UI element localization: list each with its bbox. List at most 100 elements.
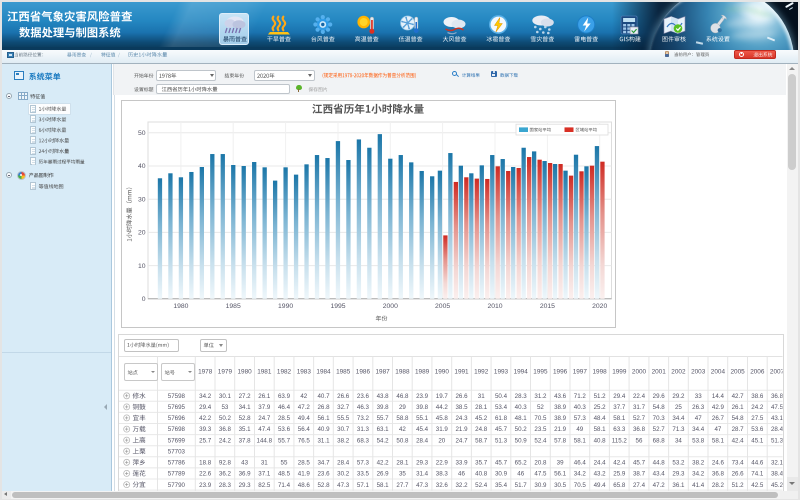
svg-text:28.2: 28.2 [712, 482, 725, 489]
svg-text:76.5: 76.5 [298, 437, 311, 444]
svg-text:71.3: 71.3 [672, 426, 685, 433]
svg-text:25: 25 [675, 404, 682, 411]
svg-text:50.9: 50.9 [515, 437, 528, 444]
svg-text:53: 53 [221, 404, 228, 411]
svg-text:38.4: 38.4 [771, 471, 784, 478]
svg-text:24.8: 24.8 [475, 426, 488, 433]
svg-text:35.4: 35.4 [495, 482, 508, 489]
svg-text:51.7: 51.7 [515, 482, 528, 489]
svg-text:51.3: 51.3 [771, 437, 784, 444]
svg-text:29.3: 29.3 [239, 482, 252, 489]
svg-text:52.7: 52.7 [633, 415, 646, 422]
svg-text:36.1: 36.1 [672, 482, 685, 489]
svg-text:31.9: 31.9 [436, 426, 449, 433]
svg-text:29.3: 29.3 [672, 471, 685, 478]
svg-text:31: 31 [261, 460, 268, 467]
svg-text:49.4: 49.4 [298, 415, 311, 422]
svg-text:39.8: 39.8 [377, 404, 390, 411]
svg-text:28.5: 28.5 [298, 460, 311, 467]
svg-text:45.1: 45.1 [751, 437, 764, 444]
svg-text:26.8: 26.8 [317, 404, 330, 411]
svg-text:14.4: 14.4 [712, 393, 725, 400]
svg-text:1981: 1981 [257, 369, 272, 376]
svg-text:74.1: 74.1 [751, 471, 764, 478]
svg-text:47.3: 47.3 [337, 482, 350, 489]
svg-text:45.7: 45.7 [495, 460, 508, 467]
svg-text:2003: 2003 [691, 369, 706, 376]
svg-text:1988: 1988 [395, 369, 410, 376]
svg-text:43.6: 43.6 [554, 393, 567, 400]
svg-text:48.6: 48.6 [298, 482, 311, 489]
svg-text:53.4: 53.4 [495, 404, 508, 411]
svg-text:46.4: 46.4 [278, 404, 291, 411]
svg-text:2005: 2005 [730, 369, 745, 376]
svg-text:65.8: 65.8 [613, 482, 626, 489]
svg-text:45.2: 45.2 [771, 482, 784, 489]
svg-text:24.2: 24.2 [219, 437, 232, 444]
svg-text:57695: 57695 [168, 404, 186, 411]
svg-text:55: 55 [281, 460, 288, 467]
svg-text:58.1: 58.1 [574, 437, 587, 444]
svg-text:36.9: 36.9 [239, 471, 252, 478]
svg-text:42.9: 42.9 [712, 404, 725, 411]
svg-text:30.9: 30.9 [495, 471, 508, 478]
svg-text:30.1: 30.1 [219, 393, 232, 400]
svg-text:37.9: 37.9 [258, 404, 271, 411]
svg-text:39: 39 [557, 460, 564, 467]
svg-text:56.1: 56.1 [317, 415, 330, 422]
svg-text:57.3: 57.3 [357, 460, 370, 467]
svg-text:42.7: 42.7 [732, 393, 745, 400]
svg-text:25.9: 25.9 [613, 471, 626, 478]
svg-text:31.1: 31.1 [317, 437, 330, 444]
svg-text:26.1: 26.1 [258, 393, 271, 400]
svg-text:31.2: 31.2 [534, 393, 547, 400]
svg-text:2007: 2007 [770, 369, 785, 376]
svg-text:24.4: 24.4 [594, 460, 607, 467]
svg-text:28.3: 28.3 [515, 393, 528, 400]
svg-text:35.1: 35.1 [239, 426, 252, 433]
svg-text:68.3: 68.3 [357, 437, 370, 444]
svg-text:23.5: 23.5 [534, 426, 547, 433]
svg-text:43.1: 43.1 [771, 415, 784, 422]
svg-text:61.8: 61.8 [495, 415, 508, 422]
svg-text:1985: 1985 [336, 369, 351, 376]
svg-text:29.4: 29.4 [199, 404, 212, 411]
svg-text:1982: 1982 [277, 369, 292, 376]
svg-text:37.7: 37.7 [613, 404, 626, 411]
svg-text:71.2: 71.2 [574, 393, 587, 400]
svg-text:58.1: 58.1 [613, 415, 626, 422]
svg-text:34.2: 34.2 [692, 471, 705, 478]
svg-text:1979: 1979 [218, 369, 233, 376]
svg-text:71.4: 71.4 [278, 482, 291, 489]
svg-text:1989: 1989 [415, 369, 430, 376]
svg-text:47: 47 [714, 426, 721, 433]
svg-text:57703: 57703 [168, 448, 186, 455]
svg-text:30.2: 30.2 [337, 471, 350, 478]
svg-text:28.4: 28.4 [771, 426, 784, 433]
svg-text:46: 46 [517, 471, 524, 478]
svg-text:58.1: 58.1 [594, 426, 607, 433]
svg-text:1999: 1999 [612, 369, 627, 376]
svg-text:42: 42 [300, 393, 307, 400]
svg-text:26.6: 26.6 [732, 471, 745, 478]
svg-text:24.3: 24.3 [455, 415, 468, 422]
svg-text:22.4: 22.4 [633, 393, 646, 400]
svg-text:1990: 1990 [435, 369, 450, 376]
svg-text:30.5: 30.5 [554, 482, 567, 489]
svg-text:40.7: 40.7 [317, 393, 330, 400]
svg-text:68.8: 68.8 [653, 437, 666, 444]
svg-text:144.8: 144.8 [257, 437, 273, 444]
svg-text:34.4: 34.4 [692, 426, 705, 433]
svg-text:46: 46 [458, 471, 465, 478]
svg-text:34.2: 34.2 [199, 393, 212, 400]
svg-text:1996: 1996 [553, 369, 568, 376]
svg-text:52.7: 52.7 [653, 426, 666, 433]
svg-text:36.8: 36.8 [633, 426, 646, 433]
svg-text:29.4: 29.4 [613, 393, 626, 400]
svg-text:26.3: 26.3 [692, 404, 705, 411]
svg-text:1991: 1991 [454, 369, 469, 376]
svg-text:23.9: 23.9 [199, 482, 212, 489]
svg-text:48.4: 48.4 [594, 415, 607, 422]
svg-text:28.4: 28.4 [337, 460, 350, 467]
svg-text:35: 35 [399, 471, 406, 478]
